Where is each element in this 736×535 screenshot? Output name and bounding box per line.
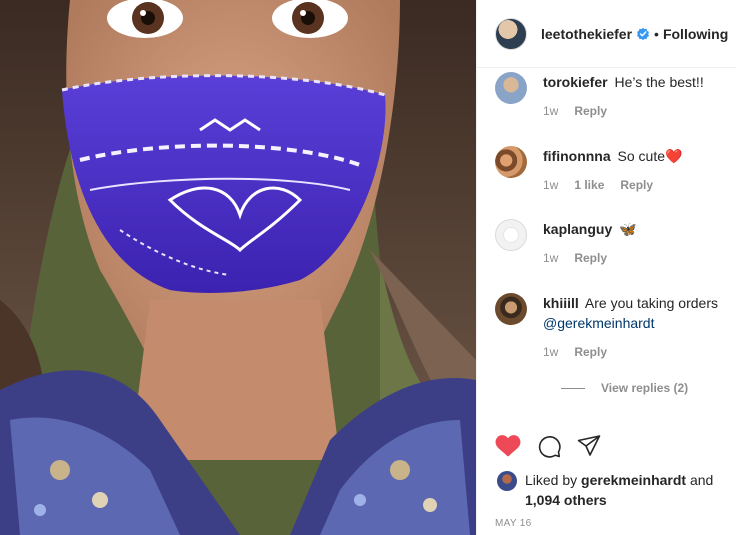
- liked-by-label: Liked by: [525, 472, 578, 488]
- comment-time[interactable]: 1w: [543, 104, 558, 118]
- comment-username[interactable]: torokiefer: [543, 74, 608, 90]
- post-actions: [495, 434, 601, 458]
- comment-mention-link[interactable]: @gerekmeinhardt: [543, 315, 655, 331]
- comment-text: Are you taking orders: [584, 295, 718, 311]
- comment-body: fifinonnna So cute❤️: [543, 146, 733, 166]
- comment-meta: 1w Reply: [543, 104, 607, 118]
- author-username[interactable]: leetothekiefer: [541, 26, 632, 42]
- butterfly-emoji: 🦋: [619, 221, 637, 237]
- liker-avatar[interactable]: [497, 471, 517, 491]
- view-replies-label: View replies (2): [601, 381, 689, 395]
- post-photo[interactable]: [0, 0, 476, 535]
- comment-body: khiiill Are you taking orders @gerekmein…: [543, 293, 733, 333]
- comment-username[interactable]: fifinonnna: [543, 148, 611, 164]
- post-date[interactable]: MAY 16: [495, 518, 531, 529]
- comment-meta: 1w Reply: [543, 345, 607, 359]
- post-header: leetothekiefer • Following: [477, 0, 736, 68]
- share-icon[interactable]: [577, 434, 601, 458]
- view-replies-divider: [561, 387, 585, 389]
- commenter-avatar[interactable]: [495, 219, 527, 251]
- comment-time[interactable]: 1w: [543, 251, 558, 265]
- comment-meta: 1w Reply: [543, 251, 607, 265]
- comment-item: torokiefer He’s the best!! 1w Reply: [495, 72, 735, 132]
- comment-text: So cute: [617, 148, 666, 164]
- view-replies-button[interactable]: View replies (2): [561, 381, 688, 395]
- liker-username[interactable]: gerekmeinhardt: [581, 472, 686, 488]
- header-separator: •: [654, 25, 659, 42]
- comment-likes[interactable]: 1 like: [574, 178, 604, 192]
- comment-body: kaplanguy 🦋: [543, 219, 733, 239]
- comment-username[interactable]: kaplanguy: [543, 221, 612, 237]
- reply-button[interactable]: Reply: [574, 345, 607, 359]
- commenter-avatar[interactable]: [495, 72, 527, 104]
- comment-username[interactable]: khiiill: [543, 295, 579, 311]
- post-side-panel: leetothekiefer • Following torokiefer He…: [476, 0, 736, 535]
- comment-icon[interactable]: [537, 434, 561, 458]
- likes-and: and: [689, 472, 714, 488]
- reply-button[interactable]: Reply: [574, 104, 607, 118]
- comments-list[interactable]: torokiefer He’s the best!! 1w Reply fifi…: [477, 68, 736, 426]
- reply-button[interactable]: Reply: [574, 251, 607, 265]
- comment-item: khiiill Are you taking orders @gerekmein…: [495, 293, 735, 373]
- likes-count[interactable]: 1,094 others: [525, 490, 607, 510]
- comment-body: torokiefer He’s the best!!: [543, 72, 733, 92]
- following-button[interactable]: Following: [663, 26, 728, 42]
- comment-time[interactable]: 1w: [543, 178, 558, 192]
- photo-illustration: [0, 0, 476, 535]
- comment-time[interactable]: 1w: [543, 345, 558, 359]
- heart-icon[interactable]: [495, 434, 521, 458]
- author-avatar[interactable]: [495, 17, 527, 50]
- comment-meta: 1w 1 like Reply: [543, 178, 653, 192]
- comment-item: fifinonnna So cute❤️ 1w 1 like Reply: [495, 146, 735, 206]
- verified-badge-icon: [637, 27, 649, 40]
- commenter-avatar[interactable]: [495, 146, 527, 178]
- commenter-avatar[interactable]: [495, 293, 527, 325]
- comment-item: kaplanguy 🦋 1w Reply: [495, 219, 735, 279]
- reply-button[interactable]: Reply: [620, 178, 653, 192]
- heart-emoji: ❤️: [665, 148, 683, 164]
- comment-text: He’s the best!!: [614, 74, 704, 90]
- likes-line: Liked by gerekmeinhardt and: [525, 470, 713, 490]
